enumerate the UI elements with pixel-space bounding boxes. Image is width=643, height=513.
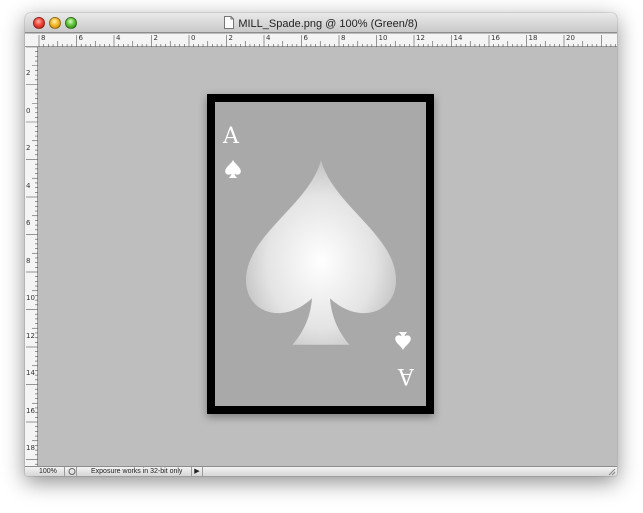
spade-icon: [225, 160, 241, 178]
ruler-label: 16: [26, 406, 35, 415]
info-icon[interactable]: [67, 467, 77, 476]
canvas-area[interactable]: A A: [39, 48, 617, 466]
card-face: A A: [215, 102, 426, 406]
card-rank-bottom-right: A: [398, 363, 414, 388]
ruler-label: 8: [26, 256, 31, 265]
ruler-label: 18: [528, 34, 538, 42]
ruler-label: 2: [26, 69, 31, 77]
playing-card: A A: [207, 94, 434, 414]
status-bar: 100% Exposure works in 32-bit only ▶: [25, 466, 617, 476]
ruler-label: 6: [303, 34, 308, 42]
ruler-label: 12: [26, 331, 35, 340]
card-rank-top-left: A: [223, 124, 239, 149]
ruler-label: 8: [41, 34, 46, 42]
ruler-label: 2: [228, 34, 233, 42]
resize-grip-icon[interactable]: [607, 467, 616, 476]
document-icon: [224, 16, 235, 29]
horizontal-ruler[interactable]: 8 6 4 2 0 2 4 6 8 10 12 14 16 18 20: [25, 34, 617, 47]
ruler-label: 6: [26, 219, 31, 227]
ruler-label: 4: [266, 34, 271, 42]
spade-icon: [395, 332, 411, 350]
window-title: MILL_Spade.png @ 100% (Green/8): [238, 18, 418, 30]
title-bar[interactable]: MILL_Spade.png @ 100% (Green/8): [25, 13, 617, 33]
ruler-label: 20: [566, 34, 575, 42]
ruler-label: 8: [341, 34, 346, 42]
zoom-level-field[interactable]: 100%: [25, 467, 65, 476]
ruler-label: 4: [26, 181, 31, 190]
window-title-area: MILL_Spade.png @ 100% (Green/8): [25, 16, 617, 30]
ruler-label: 10: [378, 34, 388, 42]
ruler-label: 6: [78, 34, 83, 42]
ruler-label: 0: [26, 106, 31, 115]
ruler-label: 2: [153, 34, 158, 42]
ruler-label: 0: [191, 34, 196, 42]
spade-icon: [246, 160, 396, 345]
vertical-ruler[interactable]: 2 0 2 4 6 8 10 12 14 16 18: [25, 47, 38, 466]
ruler-label: 14: [26, 369, 35, 377]
ruler-label: 12: [416, 34, 425, 42]
status-message: Exposure works in 32-bit only: [91, 468, 183, 475]
ruler-label: 4: [116, 34, 121, 42]
status-menu-arrow[interactable]: ▶: [191, 467, 203, 476]
ruler-label: 16: [491, 34, 500, 42]
ruler-label: 10: [26, 294, 35, 302]
ruler-label: 2: [26, 144, 31, 152]
ruler-label: 14: [453, 34, 463, 42]
document-window: MILL_Spade.png @ 100% (Green/8) 86420246…: [25, 13, 617, 476]
ruler-label: 18: [26, 444, 35, 452]
